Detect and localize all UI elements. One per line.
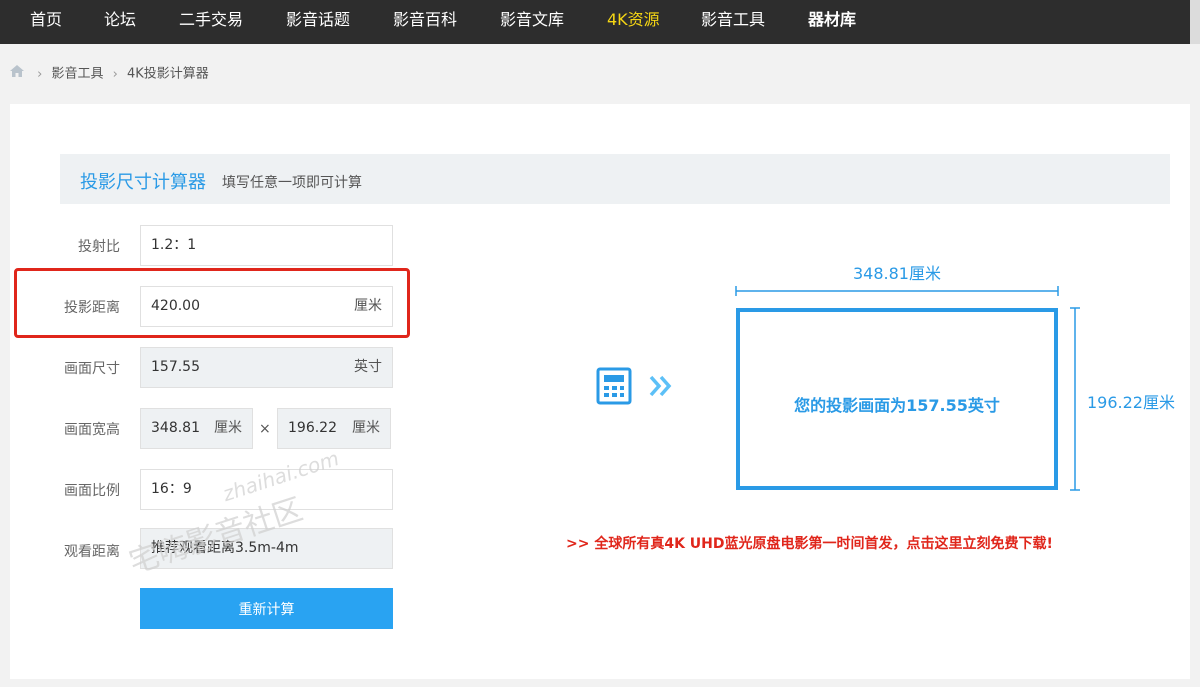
width-input[interactable]: 348.81 厘米 — [140, 408, 253, 449]
nav-4k-resources[interactable]: 4K资源 — [607, 0, 660, 44]
screen-size-unit: 英寸 — [354, 359, 382, 375]
screen-size-value: 157.55 — [151, 359, 200, 375]
nav-equipment[interactable]: 器材库 — [808, 0, 856, 44]
throw-ratio-label: 投射比 — [78, 239, 120, 255]
breadcrumb-separator: › — [37, 66, 43, 82]
dimensions-label: 画面宽高 — [64, 422, 120, 438]
distance-value: 420.00 — [151, 298, 200, 314]
screen-size-input[interactable]: 157.55 英寸 — [140, 347, 393, 388]
width-dimension-line — [735, 286, 1059, 296]
viewing-label: 观看距离 — [64, 544, 120, 560]
breadcrumb-separator: › — [112, 66, 118, 82]
viewing-input: 推荐观看距离3.5m-4m — [140, 528, 393, 569]
top-nav: 首页 论坛 二手交易 影音话题 影音百科 影音文库 4K资源 影音工具 器材库 — [0, 0, 1200, 44]
throw-ratio-input[interactable]: 1.2：1 — [140, 225, 393, 266]
breadcrumb-current: 4K投影计算器 — [126, 66, 209, 82]
screen-preview-text: 您的投影画面为157.55英寸 — [794, 396, 1000, 415]
height-input[interactable]: 196.22 厘米 — [277, 408, 391, 449]
distance-label: 投影距离 — [64, 300, 120, 316]
height-unit: 厘米 — [352, 420, 380, 436]
aspect-input[interactable]: 16：9 — [140, 469, 393, 510]
height-value: 196.22 — [288, 420, 337, 436]
screen-size-label: 画面尺寸 — [64, 361, 120, 377]
width-unit: 厘米 — [214, 420, 242, 436]
page-title: 投影尺寸计算器 — [80, 172, 206, 193]
nav-topics[interactable]: 影音话题 — [286, 0, 350, 44]
nav-tools[interactable]: 影音工具 — [701, 0, 765, 44]
distance-unit: 厘米 — [354, 298, 382, 314]
nav-home[interactable]: 首页 — [30, 0, 62, 44]
aspect-value: 16：9 — [151, 481, 192, 497]
page-subtitle: 填写任意一项即可计算 — [222, 175, 362, 191]
promo-link[interactable]: >> 全球所有真4K UHD蓝光原盘电影第一时间首发，点击这里立刻免费下载! — [566, 533, 1053, 553]
double-chevron-right-icon — [648, 374, 674, 402]
panel-header: 投影尺寸计算器 填写任意一项即可计算 — [60, 154, 1170, 204]
throw-ratio-value: 1.2：1 — [151, 237, 197, 253]
calculator-icon — [596, 367, 632, 409]
nav-secondhand[interactable]: 二手交易 — [179, 0, 243, 44]
nav-forum[interactable]: 论坛 — [104, 0, 136, 44]
breadcrumb-tools[interactable]: 影音工具 — [51, 67, 103, 82]
height-dimension-line — [1070, 307, 1080, 491]
recalculate-button[interactable]: 重新计算 — [140, 588, 393, 629]
screen-preview: 您的投影画面为157.55英寸 — [736, 308, 1058, 490]
nav-wiki[interactable]: 影音百科 — [393, 0, 457, 44]
breadcrumb: › 影音工具 › 4K投影计算器 — [10, 64, 209, 84]
width-value: 348.81 — [151, 420, 200, 436]
page-scrollbar[interactable] — [1190, 0, 1200, 44]
distance-input[interactable]: 420.00 厘米 — [140, 286, 393, 327]
viewing-value: 推荐观看距离3.5m-4m — [151, 540, 299, 556]
preview-width-label: 348.81厘米 — [853, 264, 941, 283]
aspect-label: 画面比例 — [64, 483, 120, 499]
times-sign: × — [259, 421, 271, 437]
nav-library[interactable]: 影音文库 — [500, 0, 564, 44]
preview-height-label: 196.22厘米 — [1087, 393, 1175, 412]
home-icon[interactable] — [10, 64, 24, 84]
